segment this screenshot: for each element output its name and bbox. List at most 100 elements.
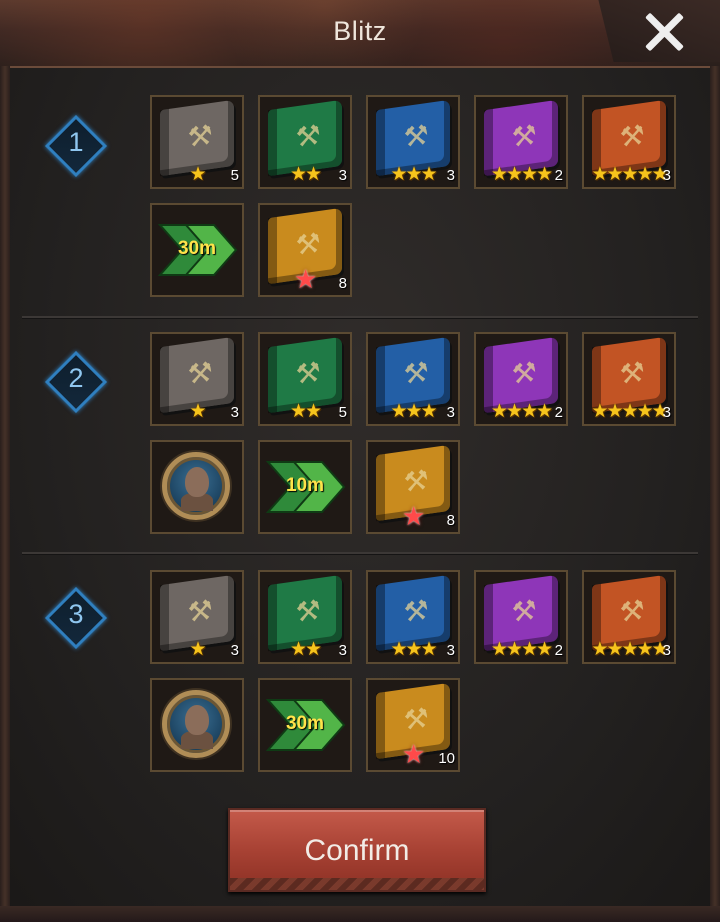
book-spine [376, 691, 385, 760]
skill-book-purple[interactable]: ⚒ ★★★★ 2 [474, 570, 568, 664]
book-spine [268, 216, 277, 285]
item-count: 3 [446, 642, 455, 659]
star-rating: ★★★ [390, 401, 437, 422]
frame-bottom-border [0, 906, 720, 922]
star-rating: ★★★★ [490, 401, 553, 422]
star-rating: ★★★★ [490, 164, 553, 185]
star-rating: ★★ [289, 164, 322, 185]
item-count: 5 [338, 404, 347, 421]
star-rating: ★★ [289, 639, 322, 660]
crossed-tools-icon: ⚒ [295, 226, 321, 262]
star-rating: ★ [189, 401, 206, 422]
row-divider [22, 316, 698, 318]
row-divider [22, 552, 698, 554]
skill-book-grey[interactable]: ⚒ ★ 3 [150, 332, 244, 426]
skill-book-orange[interactable]: ⚒ ★★★★★ 3 [582, 570, 676, 664]
crossed-tools-icon: ⚒ [403, 355, 429, 391]
item-count: 3 [446, 404, 455, 421]
confirm-button[interactable]: Confirm [228, 808, 486, 892]
item-count: 2 [554, 642, 563, 659]
star-rating: ★★ [289, 401, 322, 422]
item-count: 2 [554, 404, 563, 421]
hero-portrait-icon [162, 452, 230, 520]
skill-book-grey[interactable]: ⚒ ★ 5 [150, 95, 244, 189]
star-rating: ★★★★ [490, 639, 553, 660]
skill-book-blue[interactable]: ⚒ ★★★ 3 [366, 332, 460, 426]
skill-book-orange[interactable]: ⚒ ★★★★★ 3 [582, 332, 676, 426]
item-count: 2 [554, 167, 563, 184]
portrait-head [185, 705, 209, 735]
skill-book-green[interactable]: ⚒ ★★ 5 [258, 332, 352, 426]
crossed-tools-icon: ⚒ [403, 701, 429, 737]
crossed-tools-icon: ⚒ [619, 118, 645, 154]
item-count: 3 [230, 642, 239, 659]
crossed-tools-icon: ⚒ [511, 593, 537, 629]
skill-book-orange[interactable]: ⚒ ★★★★★ 3 [582, 95, 676, 189]
red-star-icon: ★ [402, 739, 426, 769]
crossed-tools-icon: ⚒ [511, 355, 537, 391]
crossed-tools-icon: ⚒ [187, 355, 213, 391]
star-rating: ★★★★★ [591, 639, 668, 660]
star-rating: ★★★ [390, 164, 437, 185]
crossed-tools-icon: ⚒ [403, 118, 429, 154]
skill-book-blue[interactable]: ⚒ ★★★ 3 [366, 570, 460, 664]
red-star-icon: ★ [294, 264, 318, 294]
crossed-tools-icon: ⚒ [187, 593, 213, 629]
skill-book-purple[interactable]: ⚒ ★★★★ 2 [474, 95, 568, 189]
star-rating: ★★★★★ [591, 164, 668, 185]
close-icon[interactable] [642, 10, 686, 54]
crossed-tools-icon: ⚒ [295, 355, 321, 391]
row-3-number: 3 [68, 599, 84, 629]
crossed-tools-icon: ⚒ [403, 463, 429, 499]
speedup-duration: 30m [285, 713, 325, 734]
speedup-item[interactable]: 30m [150, 203, 244, 297]
speedup-duration: 30m [177, 238, 217, 259]
item-count: 3 [662, 404, 671, 421]
item-count: 3 [338, 642, 347, 659]
item-count: 5 [230, 167, 239, 184]
portrait-head [185, 467, 209, 497]
item-count: 8 [338, 275, 347, 292]
crossed-tools-icon: ⚒ [295, 118, 321, 154]
book-spine [376, 453, 385, 522]
skill-book-gold-red-star[interactable]: ⚒ ★ 8 [258, 203, 352, 297]
crossed-tools-icon: ⚒ [403, 593, 429, 629]
star-rating: ★ [189, 639, 206, 660]
row-1-number: 1 [68, 127, 84, 157]
row-2-number: 2 [68, 363, 84, 393]
skill-book-gold-red-star[interactable]: ⚒ ★ 8 [366, 440, 460, 534]
star-rating: ★★★ [390, 639, 437, 660]
hero-medal-item[interactable] [150, 678, 244, 772]
item-count: 8 [446, 512, 455, 529]
crossed-tools-icon: ⚒ [619, 355, 645, 391]
item-count: 3 [662, 167, 671, 184]
speedup-item[interactable]: 30m [258, 678, 352, 772]
hero-portrait-icon [162, 690, 230, 758]
item-count: 3 [230, 404, 239, 421]
crossed-tools-icon: ⚒ [511, 118, 537, 154]
skill-book-grey[interactable]: ⚒ ★ 3 [150, 570, 244, 664]
item-count: 10 [438, 750, 455, 767]
crossed-tools-icon: ⚒ [187, 118, 213, 154]
skill-book-purple[interactable]: ⚒ ★★★★ 2 [474, 332, 568, 426]
red-star-icon: ★ [402, 501, 426, 531]
item-count: 3 [338, 167, 347, 184]
star-rating: ★★★★★ [591, 401, 668, 422]
speedup-item[interactable]: 10m [258, 440, 352, 534]
confirm-label: Confirm [304, 834, 410, 867]
frame-left-border [0, 66, 10, 906]
blitz-dialog: Blitz 1 2 3 ⚒ ★ 5 ⚒ ★★ 3 ⚒ ★★★ 3 ⚒ ★★★★ 2 ⚒ ★★★★★ 3 30m… [0, 0, 720, 922]
confirm-stripe [230, 878, 484, 890]
hero-medal-item[interactable] [150, 440, 244, 534]
skill-book-blue[interactable]: ⚒ ★★★ 3 [366, 95, 460, 189]
skill-book-green[interactable]: ⚒ ★★ 3 [258, 95, 352, 189]
crossed-tools-icon: ⚒ [295, 593, 321, 629]
item-count: 3 [446, 167, 455, 184]
frame-right-border [710, 66, 720, 906]
star-rating: ★ [189, 164, 206, 185]
skill-book-green[interactable]: ⚒ ★★ 3 [258, 570, 352, 664]
speedup-duration: 10m [285, 475, 325, 496]
item-count: 3 [662, 642, 671, 659]
skill-book-gold-red-star[interactable]: ⚒ ★ 10 [366, 678, 460, 772]
crossed-tools-icon: ⚒ [619, 593, 645, 629]
